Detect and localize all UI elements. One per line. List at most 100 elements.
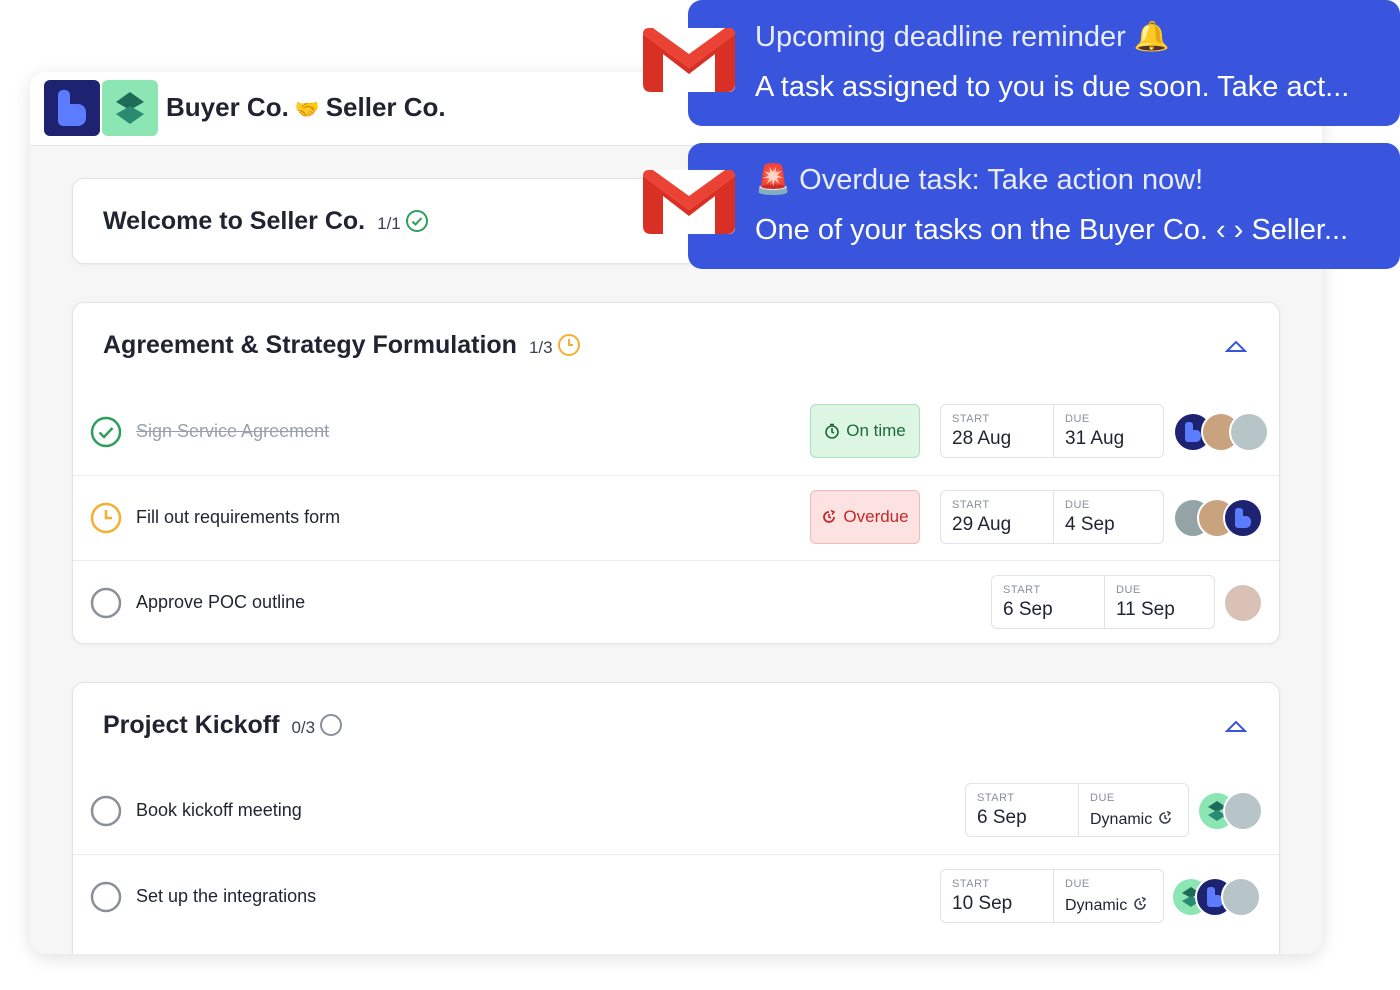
empty-circle-icon[interactable] [90, 587, 122, 619]
dynamic-icon [1158, 810, 1171, 824]
avatar-buyer-logo [1223, 498, 1263, 538]
task-row[interactable]: Book kickoff meeting START 6 Sep DUE Dynam… [73, 769, 1279, 854]
date-range[interactable]: START 10 Sep DUE Dynamic [940, 869, 1164, 923]
notification-deadline-reminder[interactable]: Upcoming deadline reminder 🔔 A task assi… [688, 0, 1400, 126]
date-range[interactable]: START 28 Aug DUE 31 Aug [940, 404, 1164, 458]
empty-circle-icon[interactable] [90, 881, 122, 913]
notification-overdue-task[interactable]: 🚨 Overdue task: Take action now! One of … [688, 143, 1400, 269]
handshake-icon: 🤝 [294, 99, 320, 121]
task-name: Approve POC outline [136, 592, 306, 612]
avatar [1229, 412, 1269, 452]
welcome-title: Welcome to Seller Co. 1/1 [103, 207, 429, 240]
due-label: DUE [1065, 878, 1090, 890]
empty-circle-icon [319, 713, 343, 744]
gmail-icon [641, 166, 737, 238]
section-title-text: Agreement & Strategy Formulation [103, 331, 517, 359]
due-date: DUE 11 Sep [1104, 576, 1216, 628]
welcome-title-text: Welcome to Seller Co. [103, 207, 366, 235]
start-label: START [1003, 584, 1041, 596]
status-badge[interactable]: On time [810, 404, 920, 458]
start-value: 6 Sep [1003, 599, 1053, 620]
stopwatch-icon [825, 423, 840, 439]
due-label: DUE [1065, 499, 1090, 511]
check-circle-icon[interactable] [90, 416, 122, 448]
due-value: 11 Sep [1116, 599, 1175, 620]
section-title: Project Kickoff 0/3 [103, 711, 343, 744]
notification-title: Upcoming deadline reminder 🔔 [755, 21, 1170, 53]
section-title-text: Project Kickoff [103, 711, 280, 739]
dynamic-icon [1133, 896, 1146, 910]
date-range[interactable]: START 6 Sep DUE 11 Sep [991, 575, 1215, 629]
task-name: Sign Service Agreement [136, 421, 330, 441]
start-value: 6 Sep [977, 807, 1027, 828]
due-label: DUE [1090, 792, 1115, 804]
notification-body: A task assigned to you is due soon. Take… [755, 71, 1350, 103]
start-value: 29 Aug [952, 514, 1012, 535]
seller-name: Seller Co. [325, 92, 446, 122]
assignees[interactable] [1173, 412, 1269, 452]
date-range[interactable]: START 29 Aug DUE 4 Sep [940, 490, 1164, 544]
avatar [1223, 583, 1263, 623]
due-date: DUE 4 Sep [1053, 491, 1165, 543]
due-label: DUE [1065, 413, 1090, 425]
start-date: START 28 Aug [941, 405, 1053, 457]
task-row[interactable]: Set up the integrations START 10 Sep DUE D… [73, 854, 1279, 939]
assignees[interactable] [1223, 583, 1263, 623]
start-value: 10 Sep [952, 893, 1013, 914]
due-date: DUE 31 Aug [1053, 405, 1165, 457]
section-project-kickoff: Project Kickoff 0/3 Book kickoff meeting … [72, 682, 1280, 954]
avatar [1221, 877, 1261, 917]
notification-title: 🚨 Overdue task: Take action now! [755, 164, 1204, 196]
start-label: START [952, 878, 990, 890]
start-label: START [952, 413, 990, 425]
section-progress: 0/3 [291, 718, 316, 737]
task-name: Fill out requirements form [136, 507, 341, 527]
task-row[interactable]: Sign Service Agreement On time START 28 A… [73, 390, 1279, 475]
task-name: Book kickoff meeting [136, 800, 302, 820]
notification-body: One of your tasks on the Buyer Co. ‹ › S… [755, 214, 1349, 246]
assignees[interactable] [1197, 791, 1263, 831]
section-title: Agreement & Strategy Formulation 1/3 [103, 331, 581, 364]
chevron-up-icon[interactable] [1224, 339, 1248, 353]
buyer-name: Buyer Co. [166, 92, 289, 122]
check-circle-icon [405, 209, 429, 240]
workspace-title: Buyer Co. 🤝 Seller Co. [166, 92, 446, 123]
task-name: Set up the integrations [136, 886, 317, 906]
start-date: START 29 Aug [941, 491, 1053, 543]
buyer-logo-icon [44, 80, 100, 136]
due-date: DUE Dynamic [1053, 870, 1165, 922]
due-value: 31 Aug [1065, 428, 1125, 449]
status-badge-label: Overdue [843, 507, 909, 526]
start-date: START 6 Sep [992, 576, 1104, 628]
task-row[interactable]: Fill out requirements form Overdue START… [73, 475, 1279, 560]
clock-icon[interactable] [90, 502, 122, 534]
due-value: 4 Sep [1065, 514, 1115, 535]
chevron-up-icon[interactable] [1224, 719, 1248, 733]
avatar [1223, 791, 1263, 831]
due-text: Dynamic [1065, 897, 1128, 914]
due-value: Dynamic [1065, 896, 1165, 915]
task-row[interactable]: Approve POC outline START 6 Sep DUE 11 Sep [73, 560, 1279, 645]
seller-logo-icon [102, 80, 158, 136]
start-label: START [977, 792, 1015, 804]
due-date: DUE Dynamic [1078, 784, 1190, 836]
due-text: Dynamic [1090, 811, 1153, 828]
status-badge-label: On time [846, 421, 906, 440]
date-range[interactable]: START 6 Sep DUE Dynamic [965, 783, 1189, 837]
section-agreement: Agreement & Strategy Formulation 1/3 Sign… [72, 302, 1280, 644]
due-value: Dynamic [1090, 810, 1190, 829]
start-label: START [952, 499, 990, 511]
start-value: 28 Aug [952, 428, 1012, 449]
assignees[interactable] [1171, 877, 1263, 917]
section-progress: 1/3 [528, 338, 553, 357]
gmail-icon [641, 24, 737, 96]
welcome-progress: 1/1 [377, 214, 401, 233]
overdue-icon [823, 509, 836, 523]
start-date: START 10 Sep [941, 870, 1053, 922]
start-date: START 6 Sep [966, 784, 1078, 836]
empty-circle-icon[interactable] [90, 795, 122, 827]
due-label: DUE [1116, 584, 1141, 596]
clock-icon [557, 333, 581, 364]
assignees[interactable] [1173, 498, 1265, 538]
status-badge[interactable]: Overdue [810, 490, 920, 544]
